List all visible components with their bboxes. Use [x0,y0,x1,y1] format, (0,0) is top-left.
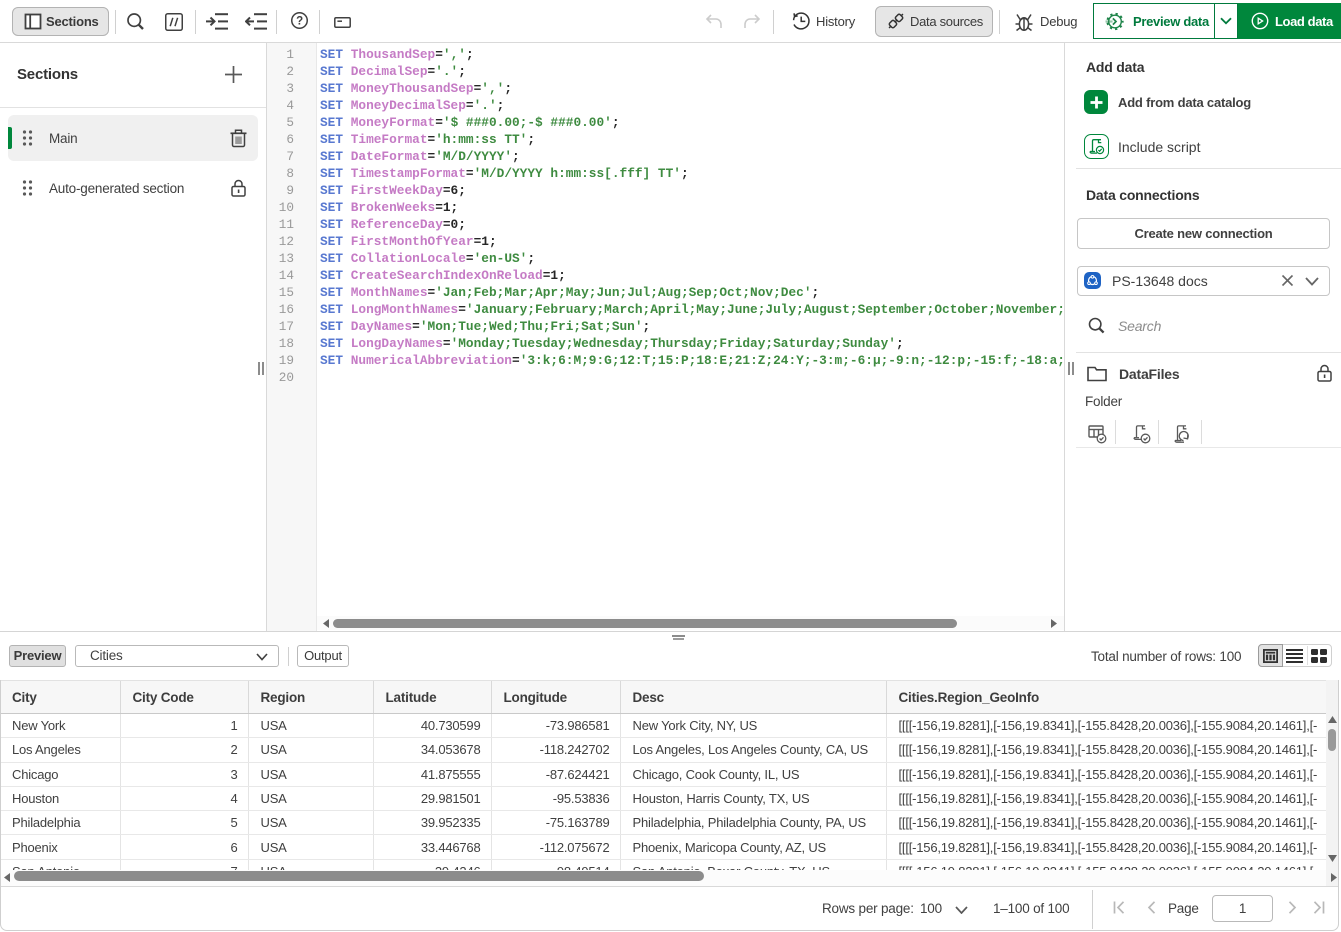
svg-text:?: ? [296,16,303,28]
